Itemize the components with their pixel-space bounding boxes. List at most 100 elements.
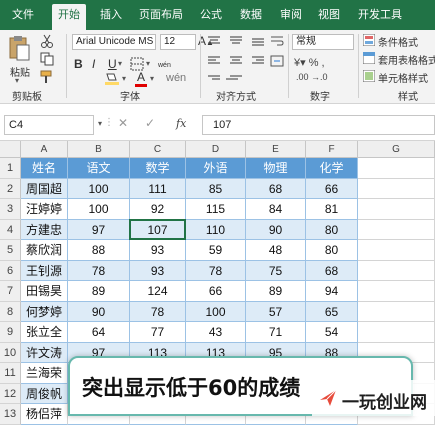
name-box-dropdown-icon[interactable]: ▾ (98, 119, 102, 128)
empty-cell[interactable] (358, 178, 435, 199)
currency-button[interactable]: ¥▾ % , (294, 56, 325, 69)
select-all-corner[interactable] (0, 141, 21, 158)
score-cell[interactable]: 68 (246, 178, 306, 199)
table-header-cell[interactable]: 化学 (306, 158, 358, 179)
empty-cell[interactable] (358, 199, 435, 220)
border-dropdown-icon[interactable]: ▾ (146, 59, 150, 68)
score-cell[interactable]: 77 (130, 322, 186, 343)
name-cell[interactable]: 方建忠 (21, 219, 68, 240)
score-cell[interactable]: 93 (130, 240, 186, 261)
score-cell[interactable]: 92 (130, 199, 186, 220)
row-header[interactable]: 2 (0, 178, 21, 199)
cancel-icon[interactable]: ✕ (118, 116, 128, 130)
italic-button[interactable]: I (92, 57, 95, 71)
underline-dropdown-icon[interactable]: ▾ (118, 59, 122, 68)
wrap-text-icon[interactable] (270, 34, 284, 48)
table-header-cell[interactable]: 物理 (246, 158, 306, 179)
name-cell[interactable]: 蔡欣润 (21, 240, 68, 261)
number-format-select[interactable]: 常规 (292, 34, 354, 50)
tab-home[interactable]: 开始 (52, 4, 86, 30)
tab-file[interactable]: 文件 (8, 7, 38, 30)
score-cell[interactable]: 100 (68, 199, 130, 220)
score-cell[interactable]: 80 (306, 240, 358, 261)
score-cell[interactable]: 78 (186, 260, 246, 281)
font-color-dropdown-icon[interactable]: ▾ (150, 74, 154, 83)
column-header[interactable]: F (306, 141, 358, 158)
font-size-select[interactable]: 12 (160, 34, 196, 50)
table-header-cell[interactable]: 外语 (186, 158, 246, 179)
score-cell[interactable]: 84 (246, 199, 306, 220)
tab-data[interactable]: 数据 (236, 7, 266, 30)
name-cell[interactable]: 周国超 (21, 178, 68, 199)
score-cell[interactable]: 59 (186, 240, 246, 261)
wen-button[interactable]: wén (166, 72, 186, 84)
row-header[interactable]: 5 (0, 240, 21, 261)
column-header[interactable]: A (21, 141, 68, 158)
score-cell[interactable]: 124 (130, 281, 186, 302)
empty-cell[interactable] (358, 281, 435, 302)
score-cell[interactable]: 85 (186, 178, 246, 199)
table-format-button[interactable]: 套用表格格式 (378, 52, 435, 67)
score-cell[interactable]: 90 (246, 219, 306, 240)
tab-view[interactable]: 视图 (314, 7, 344, 30)
row-header[interactable]: 10 (0, 342, 21, 363)
decimal-buttons[interactable]: .00 →.0 (296, 72, 328, 82)
row-header[interactable]: 11 (0, 363, 21, 384)
score-cell[interactable]: 110 (186, 219, 246, 240)
score-cell[interactable]: 80 (306, 219, 358, 240)
column-header[interactable]: G (358, 141, 435, 158)
score-cell[interactable]: 97 (68, 219, 130, 240)
score-cell[interactable]: 71 (246, 322, 306, 343)
empty-cell[interactable] (358, 260, 435, 281)
row-header[interactable]: 13 (0, 404, 21, 425)
row-header[interactable]: 9 (0, 322, 21, 343)
row-header[interactable]: 7 (0, 281, 21, 302)
empty-cell[interactable] (358, 301, 435, 322)
paste-button[interactable] (8, 34, 30, 67)
name-cell[interactable]: 汪婷婷 (21, 199, 68, 220)
border-icon[interactable] (130, 57, 144, 71)
score-cell[interactable]: 107 (130, 219, 186, 240)
name-cell[interactable]: 张立全 (21, 322, 68, 343)
conditional-format-button[interactable]: 条件格式 (378, 34, 418, 49)
column-header[interactable]: E (246, 141, 306, 158)
insert-function-icon[interactable]: fx (176, 117, 186, 130)
cell-style-button[interactable]: 单元格样式 (378, 70, 428, 85)
font-name-select[interactable]: Arial Unicode MS (72, 34, 156, 50)
row-header[interactable]: 12 (0, 383, 21, 404)
table-header-cell[interactable]: 语文 (68, 158, 130, 179)
score-cell[interactable]: 90 (68, 301, 130, 322)
bold-button[interactable]: B (74, 57, 83, 71)
name-cell[interactable]: 王钊源 (21, 260, 68, 281)
score-cell[interactable]: 48 (246, 240, 306, 261)
empty-cell[interactable] (358, 240, 435, 261)
score-cell[interactable]: 100 (186, 301, 246, 322)
row-header[interactable]: 3 (0, 199, 21, 220)
column-header[interactable]: C (130, 141, 186, 158)
score-cell[interactable]: 111 (130, 178, 186, 199)
score-cell[interactable]: 66 (306, 178, 358, 199)
tab-insert[interactable]: 插入 (96, 7, 126, 30)
score-cell[interactable]: 100 (68, 178, 130, 199)
copy-icon[interactable] (40, 52, 54, 66)
empty-cell[interactable] (358, 158, 435, 179)
empty-cell[interactable] (358, 219, 435, 240)
score-cell[interactable]: 81 (306, 199, 358, 220)
score-cell[interactable]: 78 (68, 260, 130, 281)
fill-color-icon[interactable] (104, 72, 120, 86)
format-painter-icon[interactable] (40, 70, 54, 84)
score-cell[interactable]: 57 (246, 301, 306, 322)
name-cell[interactable]: 兰海荣 (21, 363, 68, 384)
fill-color-dropdown-icon[interactable]: ▾ (122, 74, 126, 83)
score-cell[interactable]: 89 (246, 281, 306, 302)
row-header[interactable]: 6 (0, 260, 21, 281)
table-header-cell[interactable]: 数学 (130, 158, 186, 179)
table-header-cell[interactable]: 姓名 (21, 158, 68, 179)
name-box[interactable]: C4 (4, 115, 94, 135)
column-header[interactable]: D (186, 141, 246, 158)
name-cell[interactable]: 许文涛 (21, 342, 68, 363)
score-cell[interactable]: 88 (68, 240, 130, 261)
score-cell[interactable]: 68 (306, 260, 358, 281)
tab-review[interactable]: 审阅 (276, 7, 306, 30)
score-cell[interactable]: 94 (306, 281, 358, 302)
